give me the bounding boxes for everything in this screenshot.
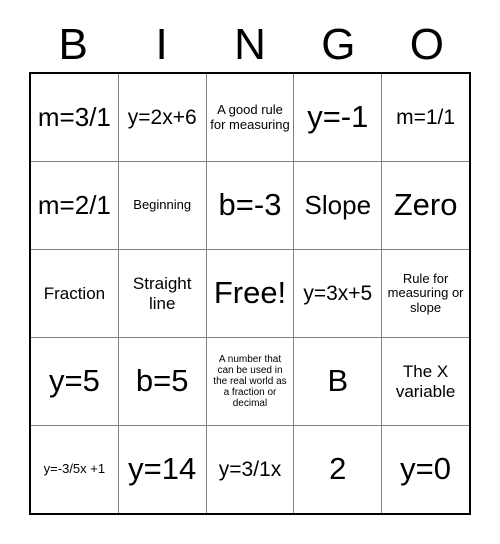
bingo-cell-label: Beginning (133, 197, 192, 213)
bingo-cell-o5[interactable]: y=0 (381, 426, 469, 513)
header-letter-b: B (58, 20, 88, 69)
bingo-cell-b4[interactable]: y=5 (31, 338, 118, 425)
bingo-cell-i1[interactable]: y=2x+6 (117, 74, 206, 161)
bingo-cell-n4[interactable]: A number that can be used in the real wo… (205, 338, 294, 425)
bingo-cell-o4[interactable]: The X variable (381, 338, 469, 425)
bingo-cell-i5[interactable]: y=14 (117, 426, 206, 513)
bingo-card: B I N G O m=3/1 y=2x+6 A good rule for m… (0, 0, 500, 544)
bingo-cell-i2[interactable]: Beginning (117, 162, 206, 249)
header-letter-g: G (321, 20, 356, 69)
header-letter-o: O (409, 20, 444, 69)
bingo-cell-n5[interactable]: y=3/1x (205, 426, 294, 513)
bingo-cell-b1[interactable]: m=3/1 (31, 74, 118, 161)
bingo-cell-g1[interactable]: y=-1 (293, 74, 381, 161)
bingo-cell-o2[interactable]: Zero (381, 162, 469, 249)
bingo-header-row: B I N G O (29, 18, 471, 72)
bingo-cell-i4[interactable]: b=5 (117, 338, 206, 425)
bingo-cell-b2[interactable]: m=2/1 (31, 162, 118, 249)
bingo-row: m=3/1 y=2x+6 A good rule for measuring y… (31, 74, 469, 161)
bingo-cell-n2[interactable]: b=-3 (205, 162, 294, 249)
bingo-row: y=5 b=5 A number that can be used in the… (31, 337, 469, 425)
bingo-cell-o3[interactable]: Rule for measuring or slope (381, 250, 469, 337)
header-letter-n: N (234, 20, 266, 69)
bingo-cell-label: A number that can be used in the real wo… (213, 353, 287, 410)
bingo-cell-label: y=14 (128, 451, 197, 487)
bingo-cell-label: The X variable (395, 362, 456, 401)
bingo-row: m=2/1 Beginning b=-3 Slope Zero (31, 161, 469, 249)
bingo-cell-label: y=0 (400, 451, 452, 487)
bingo-cell-label: B (327, 363, 349, 399)
bingo-row: y=-3/5x +1 y=14 y=3/1x 2 y=0 (31, 425, 469, 513)
bingo-cell-label: y=-3/5x +1 (43, 461, 106, 477)
bingo-cell-label: 2 (329, 451, 347, 487)
bingo-cell-g4[interactable]: B (293, 338, 381, 425)
bingo-cell-i3[interactable]: Straight line (117, 250, 206, 337)
bingo-cell-o1[interactable]: m=1/1 (381, 74, 469, 161)
bingo-cell-label: y=3/1x (218, 457, 282, 481)
bingo-cell-b3[interactable]: Fraction (31, 250, 118, 337)
bingo-cell-label: Zero (393, 187, 458, 223)
bingo-cell-label: y=2x+6 (127, 105, 197, 129)
bingo-cell-b5[interactable]: y=-3/5x +1 (31, 426, 118, 513)
bingo-cell-label: m=3/1 (37, 101, 111, 132)
bingo-cell-label: Rule for measuring or slope (387, 270, 464, 315)
bingo-cell-g5[interactable]: 2 (293, 426, 381, 513)
bingo-cell-label: Straight line (132, 274, 192, 313)
bingo-cell-n1[interactable]: A good rule for measuring (205, 74, 294, 161)
bingo-row: Fraction Straight line Free! y=3x+5 Rule… (31, 249, 469, 337)
bingo-cell-label: m=1/1 (396, 105, 456, 129)
bingo-cell-label: y=3x+5 (303, 281, 373, 305)
free-space-label: Free! (213, 275, 287, 311)
bingo-cell-label: b=-3 (218, 187, 282, 223)
bingo-cell-label: y=5 (48, 363, 100, 399)
bingo-cell-label: A good rule for measuring (210, 101, 290, 132)
bingo-cell-g2[interactable]: Slope (293, 162, 381, 249)
header-letter-i: I (155, 20, 168, 69)
bingo-cell-label: Slope (304, 189, 372, 220)
bingo-cell-label: m=2/1 (37, 189, 111, 220)
bingo-cell-label: y=-1 (307, 99, 369, 135)
bingo-grid: m=3/1 y=2x+6 A good rule for measuring y… (29, 72, 471, 515)
bingo-cell-label: Fraction (43, 283, 106, 303)
bingo-cell-label: b=5 (135, 363, 189, 399)
bingo-cell-free-space[interactable]: Free! (205, 250, 294, 337)
bingo-cell-g3[interactable]: y=3x+5 (293, 250, 381, 337)
